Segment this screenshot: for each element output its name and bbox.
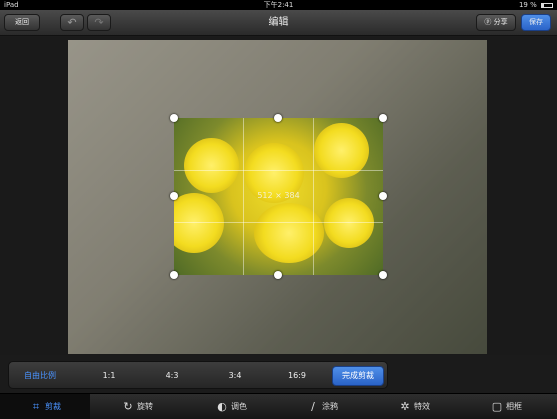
aspect-16-9[interactable]: 16:9	[275, 362, 319, 390]
share-icon: ⓟ	[484, 18, 492, 26]
crop-handle-bottom[interactable]	[274, 271, 282, 279]
crop-handle-bottom-right[interactable]	[379, 271, 387, 279]
crop-handle-right[interactable]	[379, 192, 387, 200]
grid-line	[174, 222, 383, 223]
nav-bar: 返回 ↶ ↷ 编辑 ⓟ 分享 保存	[0, 10, 557, 36]
share-label: 分享	[493, 18, 508, 26]
brush-icon: ∕	[311, 400, 315, 413]
color-icon: ◐	[217, 400, 227, 413]
crop-handle-top-right[interactable]	[379, 114, 387, 122]
save-button[interactable]: 保存	[521, 14, 551, 31]
aspect-3-4[interactable]: 3:4	[215, 362, 255, 390]
battery-indicator: 19 %	[519, 0, 553, 10]
status-time: 下午2:41	[263, 1, 294, 9]
done-crop-button[interactable]: 完成剪裁	[332, 366, 384, 386]
crop-region[interactable]: 512 × 384	[174, 118, 383, 275]
tool-crop[interactable]: ⌗ 剪裁	[0, 394, 90, 419]
crop-handle-top-left[interactable]	[170, 114, 178, 122]
bottom-toolbar: ⌗ 剪裁 ↻ 旋转 ◐ 调色 ∕ 涂鸦 ✲ 特效 ▢ 相框	[0, 393, 557, 419]
battery-icon	[541, 2, 553, 8]
crop-icon: ⌗	[32, 400, 40, 413]
crop-handle-bottom-left[interactable]	[170, 271, 178, 279]
aspect-1-1[interactable]: 1:1	[89, 362, 129, 390]
tool-frame[interactable]: ▢ 相框	[491, 394, 522, 419]
battery-level: 19 %	[518, 1, 537, 9]
page-title: 编辑	[268, 17, 289, 28]
tool-color[interactable]: ◐ 调色	[216, 394, 247, 419]
tool-rotate[interactable]: ↻ 旋转	[122, 394, 153, 419]
aspect-free[interactable]: 自由比例	[15, 362, 65, 390]
frame-icon: ▢	[491, 400, 503, 413]
tool-effects[interactable]: ✲ 特效	[399, 394, 430, 419]
rotate-icon: ↻	[123, 400, 133, 413]
crop-handle-left[interactable]	[170, 192, 178, 200]
crop-dimensions: 512 × 384	[257, 191, 300, 200]
grid-line	[174, 170, 383, 171]
share-button[interactable]: ⓟ 分享	[476, 14, 516, 31]
crop-handle-top[interactable]	[274, 114, 282, 122]
status-bar: iPad 下午2:41 19 %	[0, 0, 557, 10]
aspect-4-3[interactable]: 4:3	[152, 362, 192, 390]
effects-icon: ✲	[400, 400, 410, 413]
tool-draw[interactable]: ∕ 涂鸦	[307, 394, 338, 419]
aspect-ratio-bar: 自由比例 1:1 4:3 3:4 16:9 完成剪裁	[8, 361, 388, 389]
